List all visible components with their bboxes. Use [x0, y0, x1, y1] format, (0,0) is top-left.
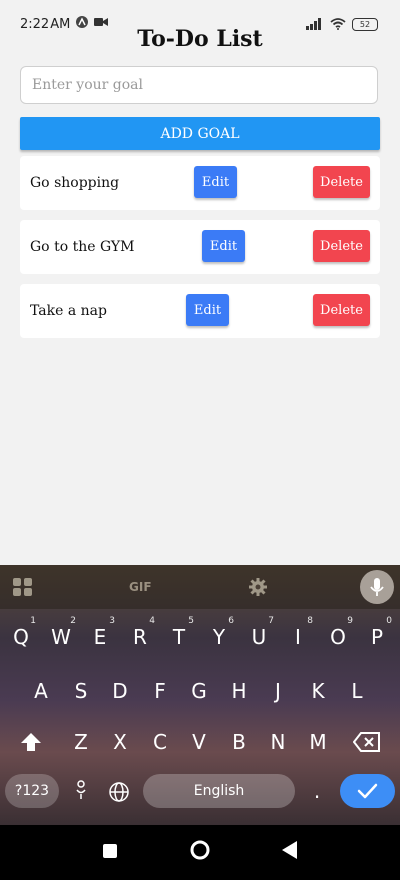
- key-f[interactable]: F: [141, 669, 179, 713]
- add-goal-button[interactable]: ADD GOAL: [20, 117, 380, 150]
- backspace-icon[interactable]: [350, 720, 384, 764]
- key-g[interactable]: G: [180, 669, 218, 713]
- goal-item: Take a nap Edit Delete: [20, 284, 380, 338]
- key-p[interactable]: P0: [358, 615, 396, 659]
- square-icon[interactable]: [103, 843, 117, 862]
- app-title: To-Do List: [137, 26, 263, 52]
- goal-item: Go to the GYM Edit Delete: [20, 220, 380, 274]
- key-w[interactable]: W2: [42, 615, 80, 659]
- key-b[interactable]: B: [220, 720, 258, 764]
- goal-text: Take a nap: [30, 303, 107, 319]
- circle-icon[interactable]: [189, 839, 211, 865]
- microphone-icon[interactable]: [360, 570, 394, 604]
- soft-keyboard: GIF Q1 W2 E3 R4 T5 Y6 U7 I8 O9 P0 A S D …: [0, 565, 400, 825]
- emoji-icon[interactable]: [64, 770, 98, 814]
- key-x[interactable]: X: [101, 720, 139, 764]
- key-a[interactable]: A: [22, 669, 60, 713]
- key-c[interactable]: C: [141, 720, 179, 764]
- key-m[interactable]: M: [299, 720, 337, 764]
- key-d[interactable]: D: [101, 669, 139, 713]
- key-z[interactable]: Z: [62, 720, 100, 764]
- key-q[interactable]: Q1: [2, 615, 40, 659]
- screen: 2:22 AM 52 To-Do List ADD GOAL Go shoppi…: [0, 0, 400, 880]
- symbols-key[interactable]: ?123: [5, 774, 59, 808]
- key-j[interactable]: J: [259, 669, 297, 713]
- key-h[interactable]: H: [220, 669, 258, 713]
- apps-grid-icon[interactable]: [12, 577, 34, 597]
- delete-button[interactable]: Delete: [313, 166, 370, 198]
- back-triangle-icon[interactable]: [282, 841, 298, 863]
- gear-icon[interactable]: [248, 577, 268, 597]
- goal-input[interactable]: [20, 66, 378, 104]
- key-y[interactable]: Y6: [200, 615, 238, 659]
- period-key[interactable]: .: [302, 769, 332, 813]
- key-r[interactable]: R4: [121, 615, 159, 659]
- delete-button[interactable]: Delete: [313, 294, 370, 326]
- navigation-bar: [0, 825, 400, 880]
- key-l[interactable]: L: [338, 669, 376, 713]
- edit-button[interactable]: Edit: [186, 294, 229, 326]
- edit-button[interactable]: Edit: [194, 166, 237, 198]
- key-o[interactable]: O9: [319, 615, 357, 659]
- goal-item: Go shopping Edit Delete: [20, 156, 380, 210]
- edit-button[interactable]: Edit: [202, 230, 245, 262]
- key-s[interactable]: S: [62, 669, 100, 713]
- keyboard-toolbar: GIF: [0, 565, 400, 609]
- key-e[interactable]: E3: [81, 615, 119, 659]
- key-n[interactable]: N: [259, 720, 297, 764]
- key-u[interactable]: U7: [240, 615, 278, 659]
- key-i[interactable]: I8: [279, 615, 317, 659]
- gif-button[interactable]: GIF: [129, 565, 152, 609]
- key-v[interactable]: V: [180, 720, 218, 764]
- checkmark-icon[interactable]: [340, 774, 395, 808]
- goal-text: Go to the GYM: [30, 239, 135, 255]
- key-t[interactable]: T5: [160, 615, 198, 659]
- goal-text: Go shopping: [30, 175, 120, 191]
- shift-icon[interactable]: [12, 720, 50, 764]
- key-k[interactable]: K: [299, 669, 337, 713]
- space-key[interactable]: English: [143, 774, 295, 808]
- delete-button[interactable]: Delete: [313, 230, 370, 262]
- globe-icon[interactable]: [102, 770, 136, 814]
